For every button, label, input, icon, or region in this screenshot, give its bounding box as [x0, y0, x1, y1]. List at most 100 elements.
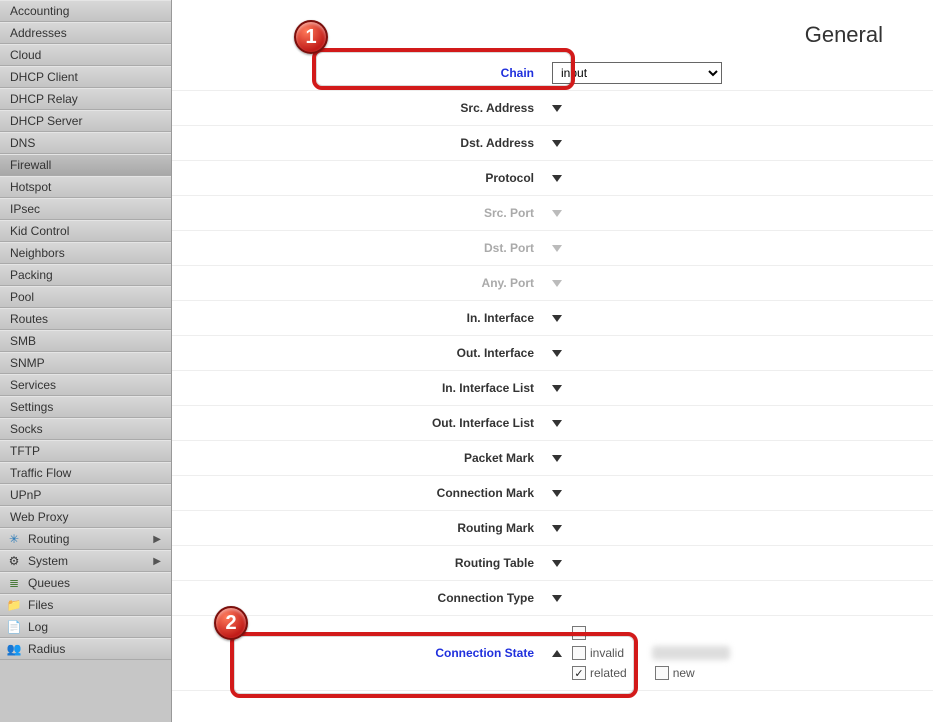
label-routing-table: Routing Table	[172, 556, 552, 570]
sidebar-item-system[interactable]: ⚙ System ▶	[0, 550, 171, 572]
sidebar-item-cloud[interactable]: Cloud	[0, 44, 171, 66]
sidebar-label: System	[28, 554, 68, 568]
expand-icon[interactable]	[552, 385, 562, 392]
label-dst-port: Dst. Port	[172, 241, 552, 255]
collapse-icon[interactable]	[552, 650, 562, 657]
row-out-interface-list: Out. Interface List	[172, 406, 933, 441]
sidebar-label: Packing	[10, 268, 53, 282]
sidebar-label: TFTP	[10, 444, 40, 458]
label-connection-mark: Connection Mark	[172, 486, 552, 500]
expand-icon[interactable]	[552, 455, 562, 462]
row-out-interface: Out. Interface	[172, 336, 933, 371]
sidebar-item-upnp[interactable]: UPnP	[0, 484, 171, 506]
sidebar-label: Web Proxy	[10, 510, 68, 524]
expand-icon[interactable]	[552, 315, 562, 322]
label-protocol: Protocol	[172, 171, 552, 185]
expand-icon[interactable]	[552, 595, 562, 602]
sidebar-item-smb[interactable]: SMB	[0, 330, 171, 352]
sidebar-label: Files	[28, 598, 53, 612]
sidebar-label: Queues	[28, 576, 70, 590]
row-any-port: Any. Port	[172, 266, 933, 301]
sidebar-item-web-proxy[interactable]: Web Proxy	[0, 506, 171, 528]
chevron-right-icon: ▶	[153, 556, 161, 567]
sidebar-label: Socks	[10, 422, 43, 436]
sidebar-item-dhcp-server[interactable]: DHCP Server	[0, 110, 171, 132]
sidebar-item-files[interactable]: 📁 Files	[0, 594, 171, 616]
sidebar-label: SNMP	[10, 356, 45, 370]
sidebar-label: Addresses	[10, 26, 67, 40]
label-src-port: Src. Port	[172, 206, 552, 220]
sidebar-item-radius[interactable]: 👥 Radius	[0, 638, 171, 660]
sidebar-item-accounting[interactable]: Accounting	[0, 0, 171, 22]
checkbox-invalid[interactable]	[572, 646, 586, 660]
sidebar-label: DHCP Relay	[10, 92, 78, 106]
expand-icon[interactable]	[552, 420, 562, 427]
sidebar-label: Traffic Flow	[10, 466, 71, 480]
sidebar: Accounting Addresses Cloud DHCP Client D…	[0, 0, 172, 722]
sidebar-item-dhcp-client[interactable]: DHCP Client	[0, 66, 171, 88]
checkbox-related[interactable]	[572, 666, 586, 680]
sidebar-label: Routes	[10, 312, 48, 326]
sidebar-item-services[interactable]: Services	[0, 374, 171, 396]
opt-related: related	[590, 666, 627, 680]
expand-icon[interactable]	[552, 350, 562, 357]
expand-icon[interactable]	[552, 525, 562, 532]
sidebar-item-kid-control[interactable]: Kid Control	[0, 220, 171, 242]
sidebar-item-packing[interactable]: Packing	[0, 264, 171, 286]
expand-icon[interactable]	[552, 490, 562, 497]
label-any-port: Any. Port	[172, 276, 552, 290]
chain-select[interactable]: input	[552, 62, 722, 84]
expand-icon[interactable]	[552, 175, 562, 182]
sidebar-item-snmp[interactable]: SNMP	[0, 352, 171, 374]
sidebar-item-firewall[interactable]: Firewall	[0, 154, 171, 176]
label-routing-mark: Routing Mark	[172, 521, 552, 535]
sidebar-label: Kid Control	[10, 224, 69, 238]
expand-icon	[552, 245, 562, 252]
chevron-right-icon: ▶	[153, 534, 161, 545]
expand-icon[interactable]	[552, 140, 562, 147]
sidebar-label: DHCP Server	[10, 114, 82, 128]
sidebar-item-neighbors[interactable]: Neighbors	[0, 242, 171, 264]
sidebar-label: IPsec	[10, 202, 40, 216]
sidebar-label: Accounting	[10, 4, 69, 18]
sidebar-item-ipsec[interactable]: IPsec	[0, 198, 171, 220]
row-routing-table: Routing Table	[172, 546, 933, 581]
sidebar-item-traffic-flow[interactable]: Traffic Flow	[0, 462, 171, 484]
callout-badge-1: 1	[294, 20, 328, 54]
label-out-interface-list: Out. Interface List	[172, 416, 552, 430]
sidebar-item-settings[interactable]: Settings	[0, 396, 171, 418]
sidebar-item-addresses[interactable]: Addresses	[0, 22, 171, 44]
label-in-interface-list: In. Interface List	[172, 381, 552, 395]
expand-icon[interactable]	[552, 560, 562, 567]
label-connection-state: Connection State	[172, 646, 552, 660]
checkbox-blank[interactable]	[572, 626, 586, 640]
sidebar-item-hotspot[interactable]: Hotspot	[0, 176, 171, 198]
log-icon: 📄	[6, 620, 22, 634]
sidebar-label: Cloud	[10, 48, 41, 62]
label-chain: Chain	[172, 66, 552, 80]
sidebar-item-dhcp-relay[interactable]: DHCP Relay	[0, 88, 171, 110]
row-connection-state: Connection State invalid related	[172, 616, 933, 691]
sidebar-label: UPnP	[10, 488, 41, 502]
row-dst-address: Dst. Address	[172, 126, 933, 161]
sidebar-item-dns[interactable]: DNS	[0, 132, 171, 154]
checkbox-new[interactable]	[655, 666, 669, 680]
sidebar-item-pool[interactable]: Pool	[0, 286, 171, 308]
gear-icon: ⚙	[6, 554, 22, 568]
label-packet-mark: Packet Mark	[172, 451, 552, 465]
sidebar-label: DNS	[10, 136, 35, 150]
firewall-rule-form: Chain input Src. Address Dst. Address Pr…	[172, 56, 933, 691]
sidebar-item-routes[interactable]: Routes	[0, 308, 171, 330]
sidebar-item-socks[interactable]: Socks	[0, 418, 171, 440]
sidebar-item-tftp[interactable]: TFTP	[0, 440, 171, 462]
sidebar-label: Firewall	[10, 158, 51, 172]
expand-icon[interactable]	[552, 105, 562, 112]
sidebar-label: Settings	[10, 400, 53, 414]
main-panel: General Chain input Src. Address Dst. Ad…	[172, 0, 933, 722]
sidebar-item-log[interactable]: 📄 Log	[0, 616, 171, 638]
sidebar-item-queues[interactable]: ≣ Queues	[0, 572, 171, 594]
sidebar-item-routing[interactable]: ✳ Routing ▶	[0, 528, 171, 550]
row-chain: Chain input	[172, 56, 933, 91]
folder-icon: 📁	[6, 598, 22, 612]
redacted-text	[652, 646, 730, 660]
